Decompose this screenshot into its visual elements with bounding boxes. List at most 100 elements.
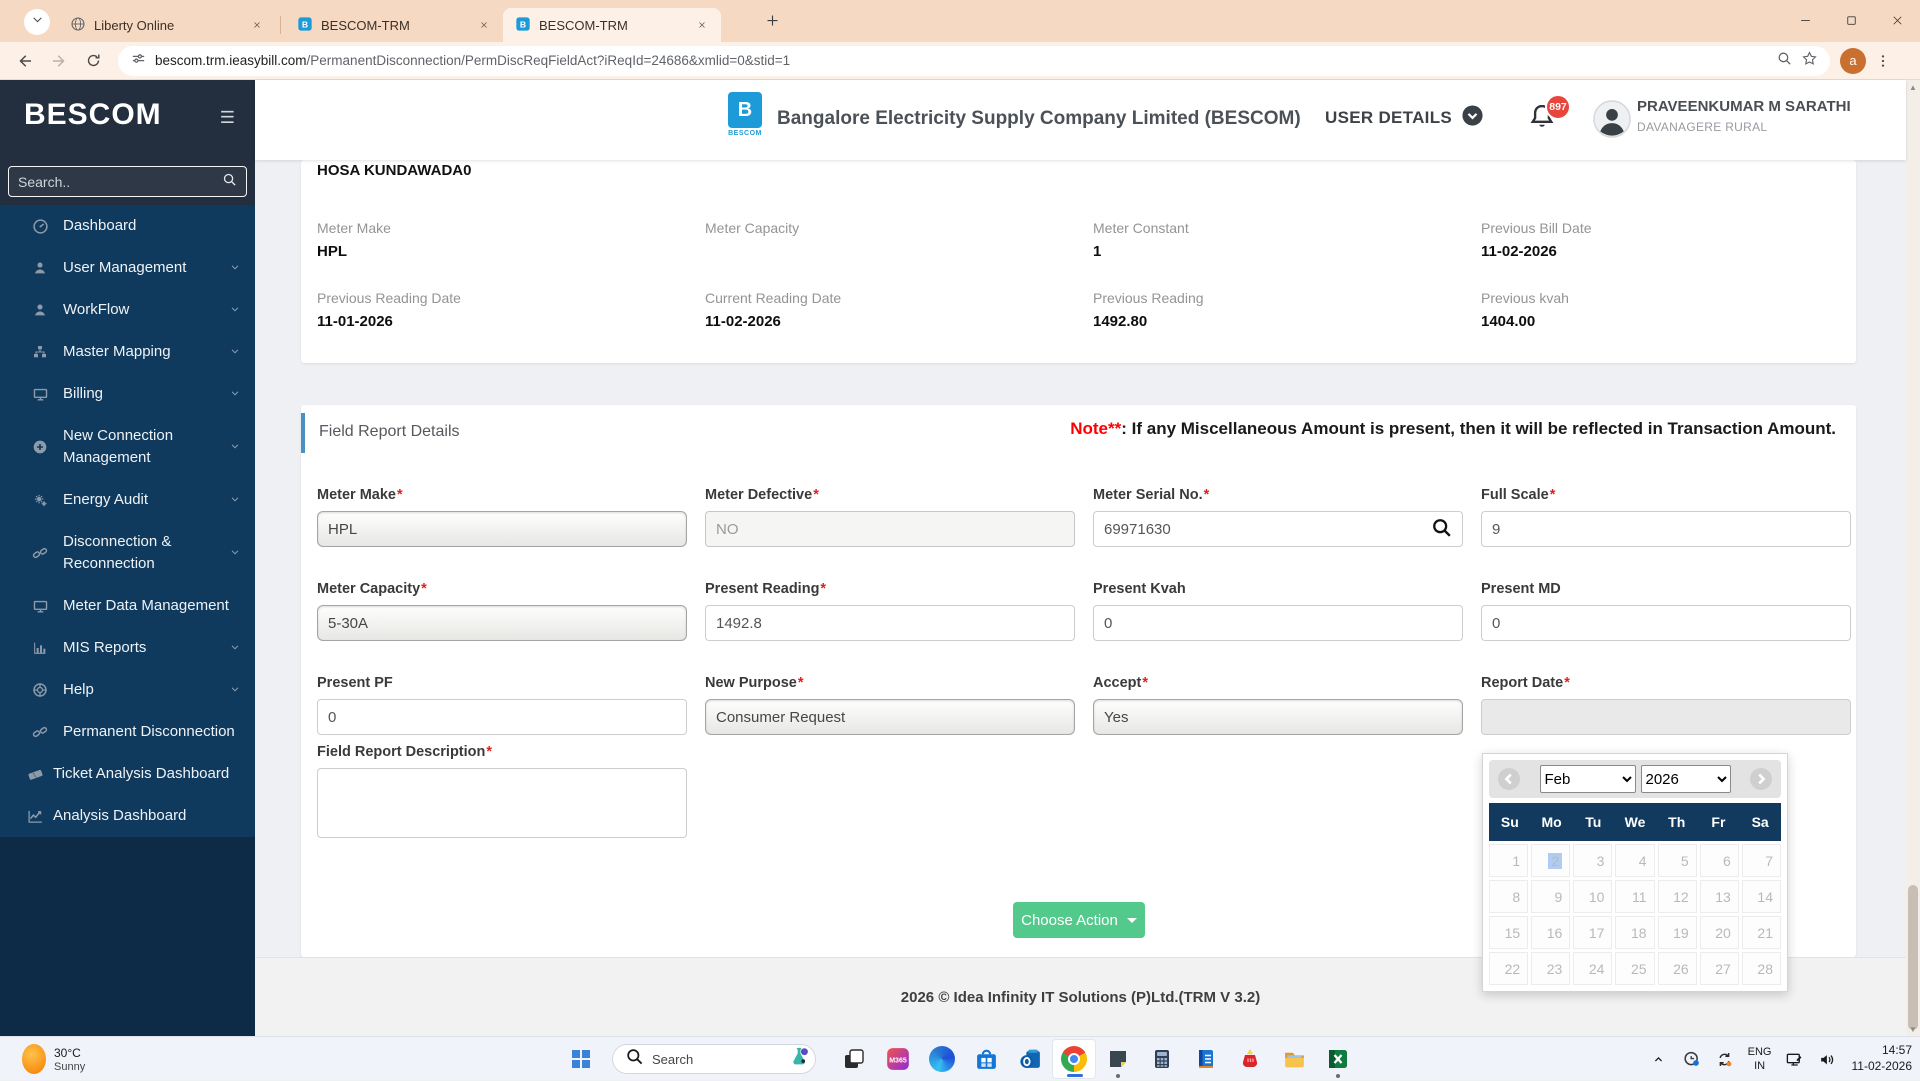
- calendar-day[interactable]: 8: [1489, 880, 1529, 913]
- sidebar-item-energy-audit[interactable]: Energy Audit: [0, 479, 255, 521]
- new-tab-button[interactable]: [760, 11, 784, 35]
- calendar-year-select[interactable]: 2026: [1640, 765, 1731, 793]
- present-reading-input[interactable]: 1492.8: [705, 605, 1075, 641]
- search-icon[interactable]: [222, 172, 237, 192]
- sidebar-item-workflow[interactable]: WorkFlow: [0, 289, 255, 331]
- calendar-prev-button[interactable]: [1497, 767, 1521, 791]
- calendar-next-button[interactable]: [1749, 767, 1773, 791]
- reload-button[interactable]: [76, 46, 110, 76]
- calendar-day[interactable]: 6: [1699, 844, 1739, 877]
- browser-tab-bescom-trm-2[interactable]: B BESCOM-TRM: [503, 8, 721, 42]
- calendar-day[interactable]: 18: [1615, 916, 1655, 949]
- minimize-button[interactable]: [1782, 0, 1828, 40]
- sidebar-search-input[interactable]: [18, 173, 222, 190]
- sidebar-item-mis-reports[interactable]: MIS Reports: [0, 627, 255, 669]
- taskbar-alert-app-icon[interactable]: [1228, 1039, 1272, 1079]
- taskbar-file-explorer-icon[interactable]: [1272, 1039, 1316, 1079]
- calendar-day[interactable]: 9: [1531, 880, 1571, 913]
- calendar-day[interactable]: 14: [1741, 880, 1781, 913]
- calendar-day[interactable]: 13: [1699, 880, 1739, 913]
- present-kvah-input[interactable]: 0: [1093, 605, 1463, 641]
- taskbar-outlook-icon[interactable]: [1008, 1039, 1052, 1079]
- sidebar-item-user-management[interactable]: User Management: [0, 247, 255, 289]
- taskbar-sticky-notes-icon[interactable]: [1096, 1039, 1140, 1079]
- url-bar[interactable]: bescom.trm.ieasybill.com/PermanentDiscon…: [118, 45, 1830, 76]
- calendar-day[interactable]: 17: [1573, 916, 1613, 949]
- sidebar-item-meter-data-management[interactable]: Meter Data Management: [0, 585, 255, 627]
- browser-tab-liberty-online-0[interactable]: Liberty Online: [58, 8, 276, 42]
- start-button[interactable]: [566, 1044, 596, 1074]
- people-icon[interactable]: [1679, 1044, 1705, 1074]
- sidebar-item-ticket-analysis-dashboard[interactable]: Ticket Analysis Dashboard: [0, 753, 255, 795]
- user-avatar[interactable]: [1593, 100, 1631, 143]
- monitor-icon[interactable]: [1782, 1044, 1808, 1074]
- tray-chevron-up-icon[interactable]: [1646, 1044, 1672, 1074]
- calendar-day[interactable]: 10: [1573, 880, 1613, 913]
- choose-action-button[interactable]: Choose Action: [1013, 902, 1145, 938]
- taskbar-m365-icon[interactable]: M365: [876, 1039, 920, 1079]
- present-md-input[interactable]: 0: [1481, 605, 1851, 641]
- tab-search-button[interactable]: [24, 9, 50, 35]
- taskbar-calculator-icon[interactable]: [1140, 1039, 1184, 1079]
- calendar-day[interactable]: 15: [1489, 916, 1529, 949]
- page-scrollbar[interactable]: ▲ ▼: [1906, 80, 1920, 1036]
- tab-close-icon[interactable]: [475, 16, 493, 34]
- close-button[interactable]: [1874, 0, 1920, 40]
- sidebar-item-dashboard[interactable]: Dashboard: [0, 205, 255, 247]
- taskbar-onenote-icon[interactable]: [1184, 1039, 1228, 1079]
- sidebar-item-analysis-dashboard[interactable]: Analysis Dashboard: [0, 795, 255, 837]
- browser-profile-avatar[interactable]: a: [1840, 47, 1866, 74]
- speaker-icon[interactable]: [1815, 1044, 1841, 1074]
- calendar-month-select[interactable]: Feb: [1539, 765, 1636, 793]
- calendar-day[interactable]: 16: [1531, 916, 1571, 949]
- present-pf-input[interactable]: 0: [317, 699, 687, 735]
- taskbar-search[interactable]: Search: [612, 1044, 816, 1074]
- hamburger-icon[interactable]: ☰: [220, 108, 235, 128]
- sidebar-item-permanent-disconnection[interactable]: Permanent Disconnection: [0, 711, 255, 753]
- maximize-button[interactable]: [1828, 0, 1874, 40]
- lens-icon[interactable]: [1776, 50, 1793, 72]
- calendar-day[interactable]: 27: [1699, 952, 1739, 985]
- back-button[interactable]: [8, 46, 42, 76]
- sidebar-item-disconnection-reconnection[interactable]: Disconnection & Reconnection: [0, 521, 255, 585]
- language-indicator[interactable]: ENG IN: [1745, 1045, 1775, 1074]
- taskbar-chrome-icon[interactable]: [1052, 1039, 1096, 1079]
- notifications-button[interactable]: 897: [1527, 94, 1571, 142]
- full-scale-input[interactable]: 9: [1481, 511, 1851, 547]
- user-details-menu[interactable]: USER DETAILS: [1325, 104, 1484, 132]
- description-textarea[interactable]: [317, 768, 687, 838]
- calendar-day[interactable]: 25: [1615, 952, 1655, 985]
- calendar-day[interactable]: 2: [1531, 844, 1571, 877]
- browser-menu-button[interactable]: [1866, 46, 1900, 76]
- tab-close-icon[interactable]: [693, 16, 711, 34]
- calendar-day[interactable]: 24: [1573, 952, 1613, 985]
- taskbar-excel-icon[interactable]: [1316, 1039, 1360, 1079]
- calendar-day[interactable]: 11: [1615, 880, 1655, 913]
- sidebar-item-help[interactable]: Help: [0, 669, 255, 711]
- search-icon[interactable]: [1431, 517, 1452, 542]
- calendar-day[interactable]: 7: [1741, 844, 1781, 877]
- clock[interactable]: 14:57 11-02-2026: [1848, 1043, 1913, 1074]
- calendar-day[interactable]: 4: [1615, 844, 1655, 877]
- calendar-day[interactable]: 3: [1573, 844, 1613, 877]
- taskbar-edge-icon[interactable]: [920, 1039, 964, 1079]
- calendar-day[interactable]: 23: [1531, 952, 1571, 985]
- scroll-down-arrow[interactable]: ▼: [1906, 1022, 1920, 1036]
- tune-icon[interactable]: [130, 50, 147, 72]
- calendar-day[interactable]: 21: [1741, 916, 1781, 949]
- sidebar-item-new-connection-management[interactable]: New Connection Management: [0, 415, 255, 479]
- calendar-day[interactable]: 12: [1657, 880, 1697, 913]
- calendar-day[interactable]: 20: [1699, 916, 1739, 949]
- taskbar-task-view-icon[interactable]: [832, 1039, 876, 1079]
- calendar-day[interactable]: 22: [1489, 952, 1529, 985]
- sync-icon[interactable]: [1712, 1044, 1738, 1074]
- taskbar-store-icon[interactable]: [964, 1039, 1008, 1079]
- calendar-day[interactable]: 28: [1741, 952, 1781, 985]
- sidebar-item-master-mapping[interactable]: Master Mapping: [0, 331, 255, 373]
- meter-serial-no-input[interactable]: 69971630: [1093, 511, 1463, 547]
- tab-close-icon[interactable]: [248, 16, 266, 34]
- calendar-day[interactable]: 26: [1657, 952, 1697, 985]
- star-icon[interactable]: [1801, 50, 1818, 72]
- calendar-day[interactable]: 5: [1657, 844, 1697, 877]
- calendar-day[interactable]: 19: [1657, 916, 1697, 949]
